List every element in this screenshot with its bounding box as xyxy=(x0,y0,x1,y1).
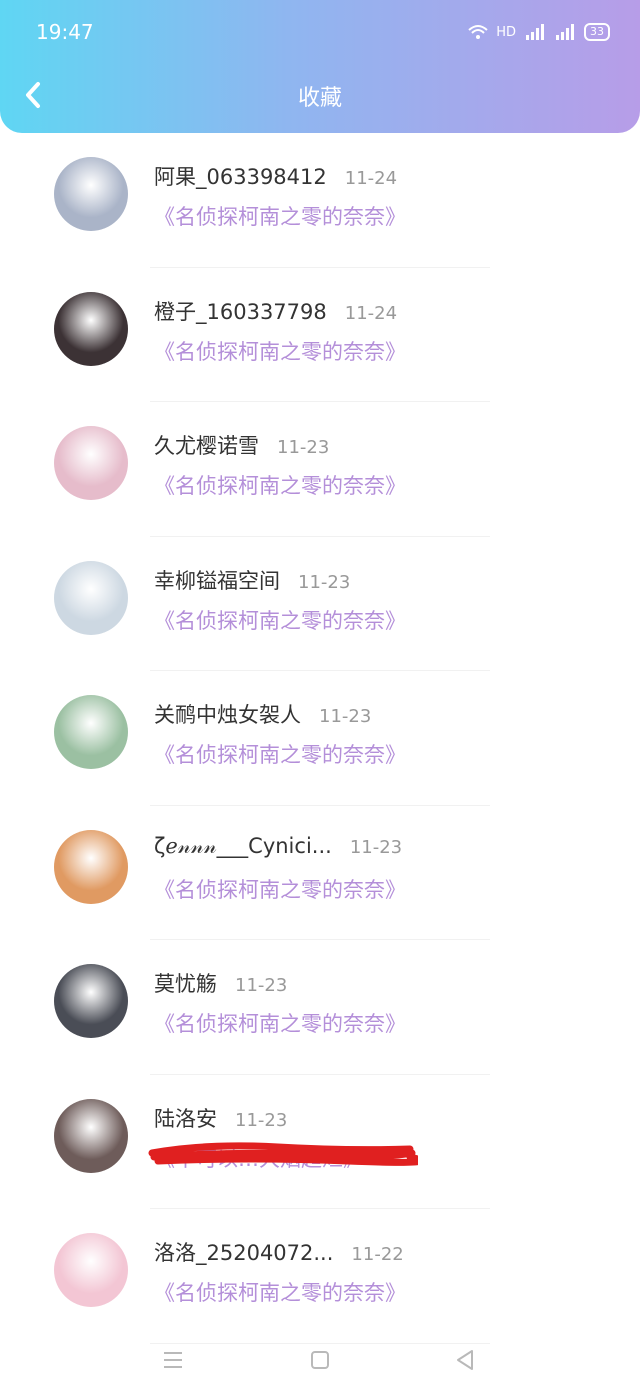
avatar[interactable] xyxy=(54,291,128,366)
network-label: HD xyxy=(496,24,516,40)
user-name[interactable]: ζℯ𝓃𝓃𝓃___Cynici... xyxy=(154,834,332,859)
header-bar: 19:47 HD 33 收藏 xyxy=(0,0,640,133)
name-row: 关鸸中烛女袈人 11-23 xyxy=(154,699,371,729)
list-item[interactable]: ζℯ𝓃𝓃𝓃___Cynici... 11-23 《名侦探柯南之零的奈奈》 xyxy=(0,806,640,940)
date: 11-23 xyxy=(298,571,351,593)
list-item[interactable]: 久尤樱诺雪 11-23 《名侦探柯南之零的奈奈》 xyxy=(0,402,640,537)
status-icons: HD 33 xyxy=(468,22,610,42)
list-item[interactable]: 幸柳镒福空间 11-23 《名侦探柯南之零的奈奈》 xyxy=(0,537,640,671)
book-title-link[interactable]: 《名侦探柯南之零的奈奈》 xyxy=(154,605,406,635)
date: 11-23 xyxy=(277,437,330,458)
wifi-icon xyxy=(468,25,488,39)
user-name[interactable]: 洛洛_25204072... xyxy=(154,1237,333,1267)
system-nav-bar xyxy=(0,1333,640,1387)
name-row: 陆洛安 11-23 xyxy=(154,1103,287,1133)
signal-icon xyxy=(526,24,544,40)
list-item[interactable]: 橙子_160337798 11-24 《名侦探柯南之零的奈奈》 xyxy=(0,268,640,402)
date: 11-24 xyxy=(344,302,398,324)
user-name[interactable]: 久尤樱诺雪 xyxy=(154,430,259,460)
name-row: 莫忧觞 11-23 xyxy=(154,968,287,998)
menu-icon[interactable] xyxy=(158,1345,188,1375)
status-time: 19:47 xyxy=(36,20,94,44)
avatar[interactable] xyxy=(54,1098,128,1173)
avatar[interactable] xyxy=(54,829,128,904)
back-triangle-icon[interactable] xyxy=(450,1345,480,1375)
avatar[interactable] xyxy=(54,426,128,500)
book-title-link[interactable]: 《名侦探柯南之零的奈奈》 xyxy=(154,336,406,366)
avatar[interactable] xyxy=(54,560,128,635)
page-title: 收藏 xyxy=(297,86,342,111)
list-item[interactable]: 莫忧觞 11-23 《名侦探柯南之零的奈奈》 xyxy=(0,940,640,1075)
avatar[interactable] xyxy=(54,1233,128,1307)
user-name[interactable]: 幸柳镒福空间 xyxy=(154,565,280,595)
date: 11-23 xyxy=(319,706,372,727)
name-row: 幸柳镒福空间 11-23 xyxy=(154,565,350,595)
date: 11-24 xyxy=(344,168,398,189)
book-title-link[interactable]: 《名侦探柯南之零的奈奈》 xyxy=(154,874,406,904)
favorites-list: 阿果_063398412 11-24 《名侦探柯南之零的奈奈》 橙子_16033779… xyxy=(0,133,640,1344)
battery-icon: 33 xyxy=(584,23,610,41)
name-row: 洛洛_25204072... 11-22 xyxy=(154,1237,404,1267)
user-name[interactable]: 关鸸中烛女袈人 xyxy=(154,699,301,729)
list-item[interactable]: 关鸸中烛女袈人 11-23 《名侦探柯南之零的奈奈》 xyxy=(0,671,640,806)
user-name[interactable]: 橙子_160337798 xyxy=(154,296,327,326)
avatar[interactable] xyxy=(54,695,128,769)
book-title-link[interactable]: 《名侦探柯南之零的奈奈》 xyxy=(154,1008,406,1038)
redaction-scribble xyxy=(148,1141,418,1166)
name-row: 橙子_160337798 11-24 xyxy=(154,296,397,326)
name-row: 久尤樱诺雪 11-23 xyxy=(154,430,329,460)
name-row: 阿果_063398412 11-24 xyxy=(154,161,397,191)
user-name[interactable]: 阿果_063398412 xyxy=(154,161,327,191)
user-name[interactable]: 莫忧觞 xyxy=(154,968,217,998)
home-icon[interactable] xyxy=(305,1345,335,1375)
user-name[interactable]: 陆洛安 xyxy=(154,1103,217,1133)
date: 11-22 xyxy=(351,1244,404,1265)
book-title-link[interactable]: 《名侦探柯南之零的奈奈》 xyxy=(154,739,406,769)
name-row: ζℯ𝓃𝓃𝓃___Cynici... 11-23 xyxy=(154,834,402,859)
date: 11-23 xyxy=(349,836,403,858)
date: 11-23 xyxy=(235,1109,288,1131)
book-title-link[interactable]: 《名侦探柯南之零的奈奈》 xyxy=(154,470,406,500)
list-item[interactable]: 洛洛_25204072... 11-22 《名侦探柯南之零的奈奈》 xyxy=(0,1209,640,1344)
avatar[interactable] xyxy=(54,964,128,1038)
book-title-link[interactable]: 《名侦探柯南之零的奈奈》 xyxy=(154,1277,406,1307)
list-item[interactable]: 陆洛安 11-23 《不可以…大烟超烂》 xyxy=(0,1075,640,1209)
book-title-link[interactable]: 《名侦探柯南之零的奈奈》 xyxy=(154,201,406,231)
date: 11-23 xyxy=(235,975,288,996)
signal-icon-2 xyxy=(556,24,574,40)
avatar[interactable] xyxy=(54,157,128,231)
list-item[interactable]: 阿果_063398412 11-24 《名侦探柯南之零的奈奈》 xyxy=(0,133,640,268)
